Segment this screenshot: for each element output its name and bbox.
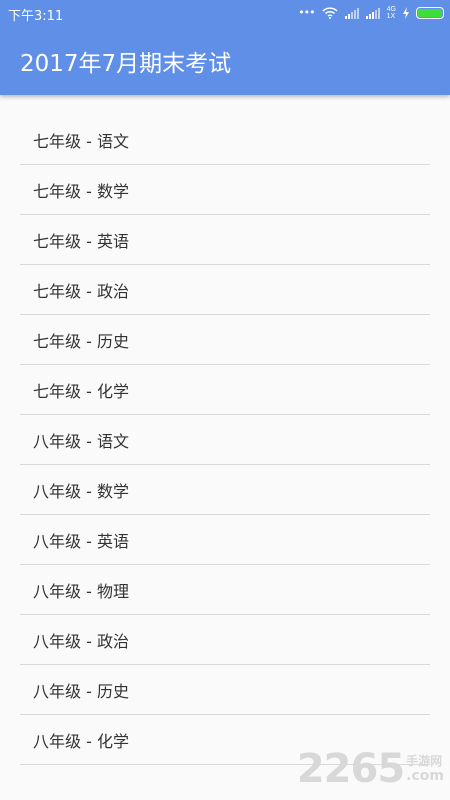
list-item[interactable]: 八年级 - 英语 <box>20 515 430 565</box>
list-item-label: 七年级 - 化学 <box>33 381 129 401</box>
watermark-side: 手游网 .com <box>406 754 444 784</box>
list-item-label: 八年级 - 政治 <box>33 631 129 651</box>
list-item-label: 八年级 - 历史 <box>33 681 129 701</box>
list-item[interactable]: 八年级 - 数学 <box>20 465 430 515</box>
network-type-bottom: 1X <box>386 13 396 20</box>
list-item-label: 八年级 - 语文 <box>33 431 129 451</box>
watermark-cn-text: 手游网 <box>406 754 443 768</box>
battery-icon <box>416 7 444 19</box>
list-item[interactable]: 七年级 - 语文 <box>20 115 430 165</box>
network-type-top: 4G <box>386 6 396 13</box>
wifi-icon <box>322 4 338 23</box>
battery-level <box>418 9 442 17</box>
list-item-label: 七年级 - 政治 <box>33 281 129 301</box>
signal-icon <box>344 4 359 23</box>
list-item[interactable]: 七年级 - 化学 <box>20 365 430 415</box>
list-item[interactable]: 七年级 - 历史 <box>20 315 430 365</box>
list-item[interactable]: 八年级 - 语文 <box>20 415 430 465</box>
list-item-label: 七年级 - 英语 <box>33 231 129 251</box>
watermark-logo: 2265 手游网 .com <box>297 746 444 792</box>
list-item[interactable]: 七年级 - 数学 <box>20 165 430 215</box>
list-item[interactable]: 七年级 - 英语 <box>20 215 430 265</box>
list-item-label: 七年级 - 历史 <box>33 331 129 351</box>
list-item-label: 七年级 - 语文 <box>33 131 129 151</box>
list-item-label: 七年级 - 数学 <box>33 181 129 201</box>
more-dots-icon: ••• <box>298 6 315 19</box>
list-item-label: 八年级 - 物理 <box>33 581 129 601</box>
status-icons: ••• 4G 1X <box>298 5 444 21</box>
charging-icon <box>403 4 409 23</box>
status-bar: 下午3:11 ••• 4G 1X <box>0 0 450 26</box>
app-header: 下午3:11 ••• 4G 1X 2017年7月期末考试 <box>0 0 450 95</box>
list-item[interactable]: 八年级 - 历史 <box>20 665 430 715</box>
page-title: 2017年7月期末考试 <box>20 51 232 77</box>
watermark-digits: 2265 <box>296 746 405 792</box>
list-item[interactable]: 八年级 - 政治 <box>20 615 430 665</box>
list-item[interactable]: 七年级 - 政治 <box>20 265 430 315</box>
network-type: 4G 1X <box>387 6 396 20</box>
list-item-label: 八年级 - 化学 <box>33 731 129 751</box>
status-time: 下午3:11 <box>8 9 64 24</box>
list-item[interactable]: 八年级 - 物理 <box>20 565 430 615</box>
watermark-suffix: .com <box>406 768 444 784</box>
list-item-label: 八年级 - 英语 <box>33 531 129 551</box>
list-item-label: 八年级 - 数学 <box>33 481 129 501</box>
exam-list: 七年级 - 语文 七年级 - 数学 七年级 - 英语 七年级 - 政治 七年级 - 历史… <box>20 115 430 765</box>
signal-icon <box>365 4 380 23</box>
